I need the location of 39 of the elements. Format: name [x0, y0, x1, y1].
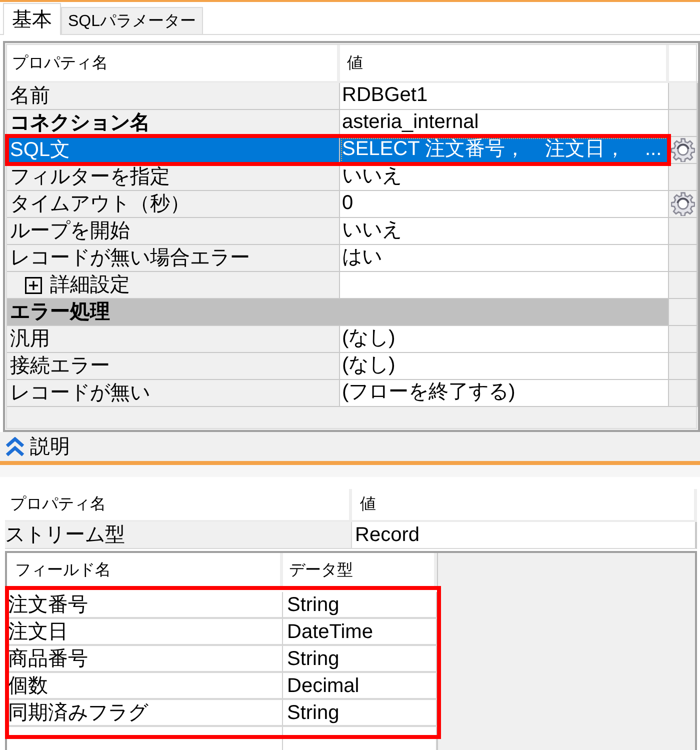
column-header: フィールド名: [7, 553, 283, 588]
property-name[interactable]: フィルターを指定: [7, 164, 340, 191]
group-header[interactable]: 詳細設定: [7, 272, 340, 299]
data-type-cell: Decimal: [283, 673, 437, 700]
data-type-cell: String: [283, 700, 437, 727]
field-name-cell: 同期済みフラグ: [7, 700, 283, 727]
field-name-cell: 商品番号: [7, 646, 283, 673]
group-label: 詳細設定: [50, 273, 130, 298]
double-chevron-up-icon[interactable]: [5, 436, 25, 456]
property-name[interactable]: ループを開始: [7, 218, 340, 245]
button-column-cell: [669, 299, 698, 326]
description-label: 説明: [30, 435, 70, 460]
property-value[interactable]: はい: [340, 245, 669, 272]
property-name[interactable]: 名前: [7, 83, 340, 110]
plus-box-icon[interactable]: [25, 276, 42, 294]
button-column-cell: [669, 272, 698, 299]
property-value[interactable]: RDBGet1: [340, 83, 669, 110]
property-value[interactable]: いいえ: [340, 218, 669, 245]
property-name[interactable]: レコードが無い: [7, 380, 340, 407]
data-type-cell: String: [283, 592, 437, 619]
category-header: エラー処理: [7, 299, 669, 326]
field-name-cell: 注文日: [7, 619, 283, 646]
property-name[interactable]: 汎用: [7, 326, 340, 353]
property-value[interactable]: いいえ: [340, 164, 669, 191]
property-name: ストリーム型: [5, 522, 352, 549]
property-value[interactable]: 0: [340, 191, 669, 218]
property-name[interactable]: 接続エラー: [7, 353, 340, 380]
data-type-cell: String: [283, 646, 437, 673]
data-type-cell: DateTime: [283, 619, 437, 646]
property-value[interactable]: Record: [352, 522, 697, 549]
tab[interactable]: SQLパラメーター: [61, 7, 204, 34]
property-name[interactable]: タイムアウト（秒）: [7, 191, 340, 218]
property-value[interactable]: (なし): [340, 353, 669, 380]
property-value[interactable]: (フローを終了する): [340, 380, 669, 407]
tab[interactable]: 基本: [3, 3, 61, 35]
field-name-cell: 注文番号: [7, 592, 283, 619]
property-value[interactable]: (なし): [340, 326, 669, 353]
field-name-cell: 個数: [7, 673, 283, 700]
property-name[interactable]: レコードが無い場合エラー: [7, 245, 340, 272]
